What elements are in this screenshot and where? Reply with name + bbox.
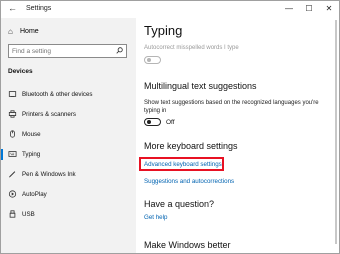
more-keyboard-heading: More keyboard settings xyxy=(144,141,238,151)
suggestions-autocorrections-link[interactable]: Suggestions and autocorrections xyxy=(144,178,234,185)
page-title: Typing xyxy=(144,23,183,38)
multilingual-description: Show text suggestions based on the recog… xyxy=(144,100,319,114)
autocorrect-toggle xyxy=(144,56,161,64)
usb-icon xyxy=(9,210,16,218)
minimize-button[interactable]: — xyxy=(281,3,297,15)
advanced-keyboard-settings-link[interactable]: Advanced keyboard settings xyxy=(144,161,222,168)
keyboard-icon xyxy=(8,151,17,157)
title-bar: ← Settings — ☐ ✕ xyxy=(1,1,339,18)
sidebar-item-label: Mouse xyxy=(22,131,41,138)
sidebar-item-label: Pen & Windows Ink xyxy=(22,171,76,178)
selected-indicator xyxy=(1,149,3,160)
multilingual-toggle-state: Off xyxy=(166,119,175,126)
close-button[interactable]: ✕ xyxy=(321,3,337,15)
toggle-knob xyxy=(147,120,151,124)
autoplay-icon xyxy=(8,190,17,198)
question-heading: Have a question? xyxy=(144,199,215,209)
sidebar-item-label: Bluetooth & other devices xyxy=(22,91,93,98)
maximize-button[interactable]: ☐ xyxy=(301,3,317,15)
sidebar-item-mouse[interactable]: Mouse xyxy=(1,126,136,143)
scrollbar[interactable] xyxy=(332,18,339,253)
printer-icon xyxy=(8,110,17,118)
home-label: Home xyxy=(20,28,39,35)
bluetooth-icon xyxy=(8,91,17,97)
home-icon: ⌂ xyxy=(8,27,13,36)
sidebar-item-typing[interactable]: Typing xyxy=(1,146,136,163)
pen-icon xyxy=(9,171,16,178)
settings-window: ← Settings — ☐ ✕ ⌂ Home Devices Bluetoot… xyxy=(0,0,340,254)
multilingual-toggle[interactable] xyxy=(144,118,161,126)
get-help-link[interactable]: Get help xyxy=(144,214,167,221)
sidebar-item-label: Typing xyxy=(22,151,41,158)
autocorrect-label: Autocorrect misspelled words I type xyxy=(144,45,239,51)
search-icon[interactable] xyxy=(116,47,123,54)
make-better-heading: Make Windows better xyxy=(144,240,231,250)
sidebar-item-label: Printers & scanners xyxy=(22,111,76,118)
sidebar-item-printers[interactable]: Printers & scanners xyxy=(1,106,136,123)
back-arrow-icon[interactable]: ← xyxy=(8,3,17,13)
multilingual-heading: Multilingual text suggestions xyxy=(144,81,257,91)
window-title: Settings xyxy=(26,5,52,12)
sidebar-item-autoplay[interactable]: AutoPlay xyxy=(1,186,136,203)
mouse-icon xyxy=(10,130,15,138)
sidebar-item-pen[interactable]: Pen & Windows Ink xyxy=(1,166,136,183)
scrollbar-thumb[interactable] xyxy=(335,20,337,244)
sidebar-item-bluetooth[interactable]: Bluetooth & other devices xyxy=(1,86,136,103)
sidebar-item-label: AutoPlay xyxy=(22,191,47,198)
search-box[interactable] xyxy=(8,44,127,58)
sidebar: ⌂ Home Devices Bluetooth & other devices xyxy=(1,18,136,253)
main-content: Typing Autocorrect misspelled words I ty… xyxy=(136,18,331,253)
section-heading-devices: Devices xyxy=(8,68,33,75)
search-input[interactable] xyxy=(12,46,107,56)
sidebar-item-usb[interactable]: USB xyxy=(1,206,136,223)
sidebar-item-label: USB xyxy=(22,211,35,218)
toggle-knob xyxy=(147,58,151,62)
